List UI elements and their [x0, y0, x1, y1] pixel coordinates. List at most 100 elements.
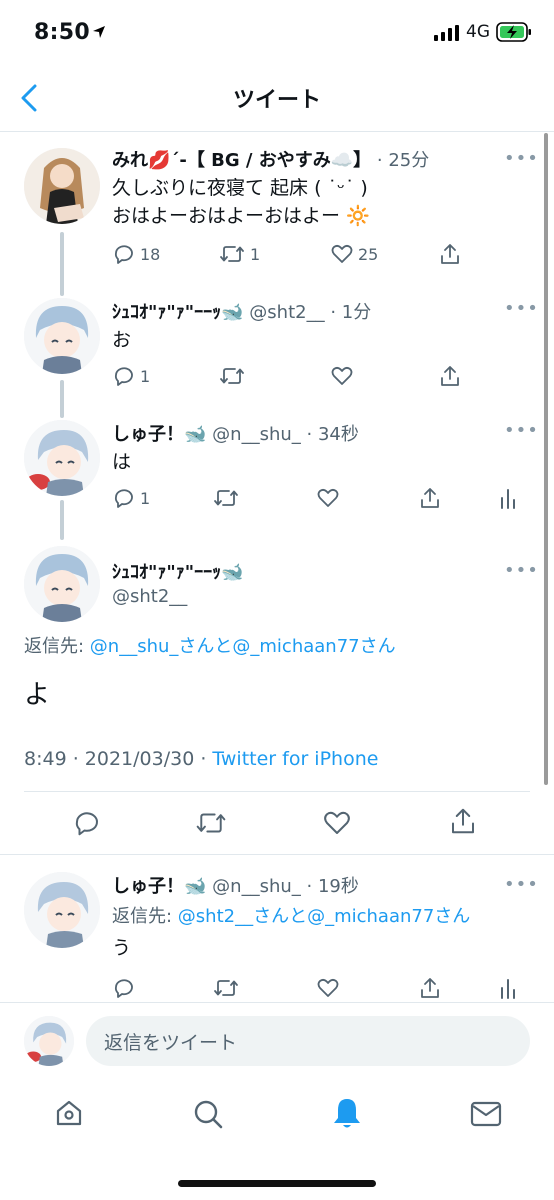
reply-count: 1 [140, 488, 151, 508]
thread-line [60, 232, 64, 296]
location-arrow-icon [93, 26, 105, 38]
avatar[interactable] [24, 872, 100, 948]
analytics-icon [501, 489, 515, 509]
messages-icon[interactable] [470, 1100, 502, 1128]
retweet-button[interactable] [218, 364, 246, 388]
tweet-header: ｼｭｺｵ"ｧ"ｧ"ｰｰｯ🐋 @sht2__ · 1分 [112, 298, 371, 324]
avatar[interactable] [24, 298, 100, 374]
tweet-text: う [112, 937, 132, 959]
tweet-time: · 34秒 [306, 424, 359, 445]
divider [24, 791, 530, 792]
reply-icon [114, 367, 133, 386]
tweet-header: しゅ子！🐋 @n__shu_ · 19秒 [112, 872, 359, 898]
author-name[interactable]: ｼｭｺｵ"ｧ"ｧ"ｰｰｯ🐋 [112, 302, 244, 323]
more-options-icon[interactable]: ••• [504, 874, 539, 895]
like-icon[interactable] [322, 808, 352, 838]
replying-to: 返信先: @n__shu_さんと@_michaan77さん [24, 632, 396, 658]
main-author-handle[interactable]: @sht2__ [112, 586, 187, 607]
more-options-icon[interactable]: ••• [504, 148, 539, 169]
retweet-icon[interactable] [194, 808, 228, 838]
battery-charging-icon [496, 22, 531, 42]
my-avatar[interactable] [24, 1016, 74, 1066]
retweet-button[interactable] [212, 486, 240, 510]
reply-placeholder: 返信をツイート [104, 1032, 238, 1054]
reply-icon [114, 245, 133, 264]
reply-icon[interactable] [72, 808, 102, 838]
share-icon [441, 366, 459, 386]
page-title: ツイート [232, 88, 321, 113]
analytics-button[interactable] [498, 486, 518, 510]
replying-to-users[interactable]: @sht2__さんと@_michaan77さん [178, 906, 471, 927]
share-icon [421, 488, 439, 508]
share-button[interactable] [438, 242, 462, 266]
tweet-text-line: おはよーおはよーおはよー 🔆 [112, 205, 370, 227]
author-name[interactable]: しゅ子！🐋 [112, 876, 206, 897]
main-author-name[interactable]: ｼｭｺｵ"ｧ"ｧ"ｰｰｯ🐋 [112, 558, 244, 584]
like-button[interactable]: 25 [330, 242, 378, 266]
more-options-icon[interactable]: ••• [504, 298, 539, 319]
signal-icon [434, 25, 459, 41]
share-icon[interactable] [448, 806, 478, 836]
divider [0, 854, 554, 855]
home-icon[interactable] [54, 1098, 84, 1128]
like-icon [331, 366, 353, 385]
like-icon[interactable] [316, 976, 340, 1000]
author-handle[interactable]: @sht2__ [249, 302, 324, 323]
reply-count: 18 [140, 244, 161, 264]
like-icon [331, 244, 353, 263]
retweet-icon [220, 368, 244, 384]
retweet-button[interactable]: 1 [218, 242, 260, 266]
tweet-header: みれ💋ˊ-【 BG / おやすみ☁️】 · 25分 [112, 146, 429, 172]
avatar[interactable] [24, 546, 100, 622]
replying-to: 返信先: @sht2__さんと@_michaan77さん [112, 902, 470, 928]
more-options-icon[interactable]: ••• [504, 560, 539, 581]
divider [0, 1002, 554, 1003]
analytics-icon[interactable] [498, 976, 518, 1000]
share-button[interactable] [418, 486, 442, 510]
reply-button[interactable]: 1 [112, 486, 150, 510]
author-handle[interactable]: @n__shu_ [212, 876, 301, 897]
search-icon[interactable] [192, 1098, 224, 1130]
avatar[interactable] [24, 420, 100, 496]
home-indicator [178, 1180, 376, 1187]
replying-to-users[interactable]: @n__shu_さんと@_michaan77さん [90, 636, 396, 657]
author-name[interactable]: ｼｭｺｵ"ｧ"ｧ"ｰｰｯ🐋 [112, 562, 244, 583]
timestamp-text: 8:49 · 2021/03/30 · [24, 748, 213, 770]
like-button[interactable] [316, 486, 340, 510]
notifications-icon[interactable] [332, 1096, 362, 1130]
thread-line [60, 500, 64, 540]
tweet-header: しゅ子！🐋 @n__shu_ · 34秒 [112, 420, 359, 446]
share-icon[interactable] [418, 976, 442, 1000]
share-icon [441, 244, 459, 264]
reply-icon[interactable] [112, 976, 136, 1000]
like-count: 25 [358, 244, 379, 264]
share-button[interactable] [438, 364, 462, 388]
avatar[interactable] [24, 148, 100, 224]
divider [0, 131, 554, 132]
author-name[interactable]: しゅ子！🐋 [112, 424, 206, 445]
like-icon [317, 488, 339, 507]
network-type: 4G [466, 22, 490, 42]
reply-button[interactable]: 18 [112, 242, 160, 266]
tweet-time: · 25分 [376, 150, 430, 171]
replying-to-prefix: 返信先: [24, 636, 90, 657]
tweet-time: · 19秒 [306, 876, 359, 897]
scrollbar[interactable] [544, 133, 548, 785]
author-name[interactable]: みれ💋ˊ-【 BG / おやすみ☁️】 [112, 150, 371, 171]
retweet-icon[interactable] [212, 976, 240, 1000]
tweet-text: は [112, 451, 132, 473]
tweet-text-line: 久しぶりに夜寝て 起床 ( ˙ᵕ˙ ) [112, 177, 368, 199]
tweet-time: · 1分 [330, 302, 372, 323]
last-tweet-actions [0, 972, 554, 1002]
like-button[interactable] [330, 364, 354, 388]
replying-to-prefix: 返信先: [112, 906, 178, 927]
thread-line [60, 380, 64, 418]
tweet-source-link[interactable]: Twitter for iPhone [212, 748, 378, 770]
more-options-icon[interactable]: ••• [504, 420, 539, 441]
reply-count: 1 [140, 366, 151, 386]
retweet-count: 1 [250, 244, 261, 264]
main-tweet-text: よ [24, 680, 51, 710]
reply-button[interactable]: 1 [112, 364, 150, 388]
retweet-icon [220, 246, 244, 262]
author-handle[interactable]: @n__shu_ [212, 424, 301, 445]
